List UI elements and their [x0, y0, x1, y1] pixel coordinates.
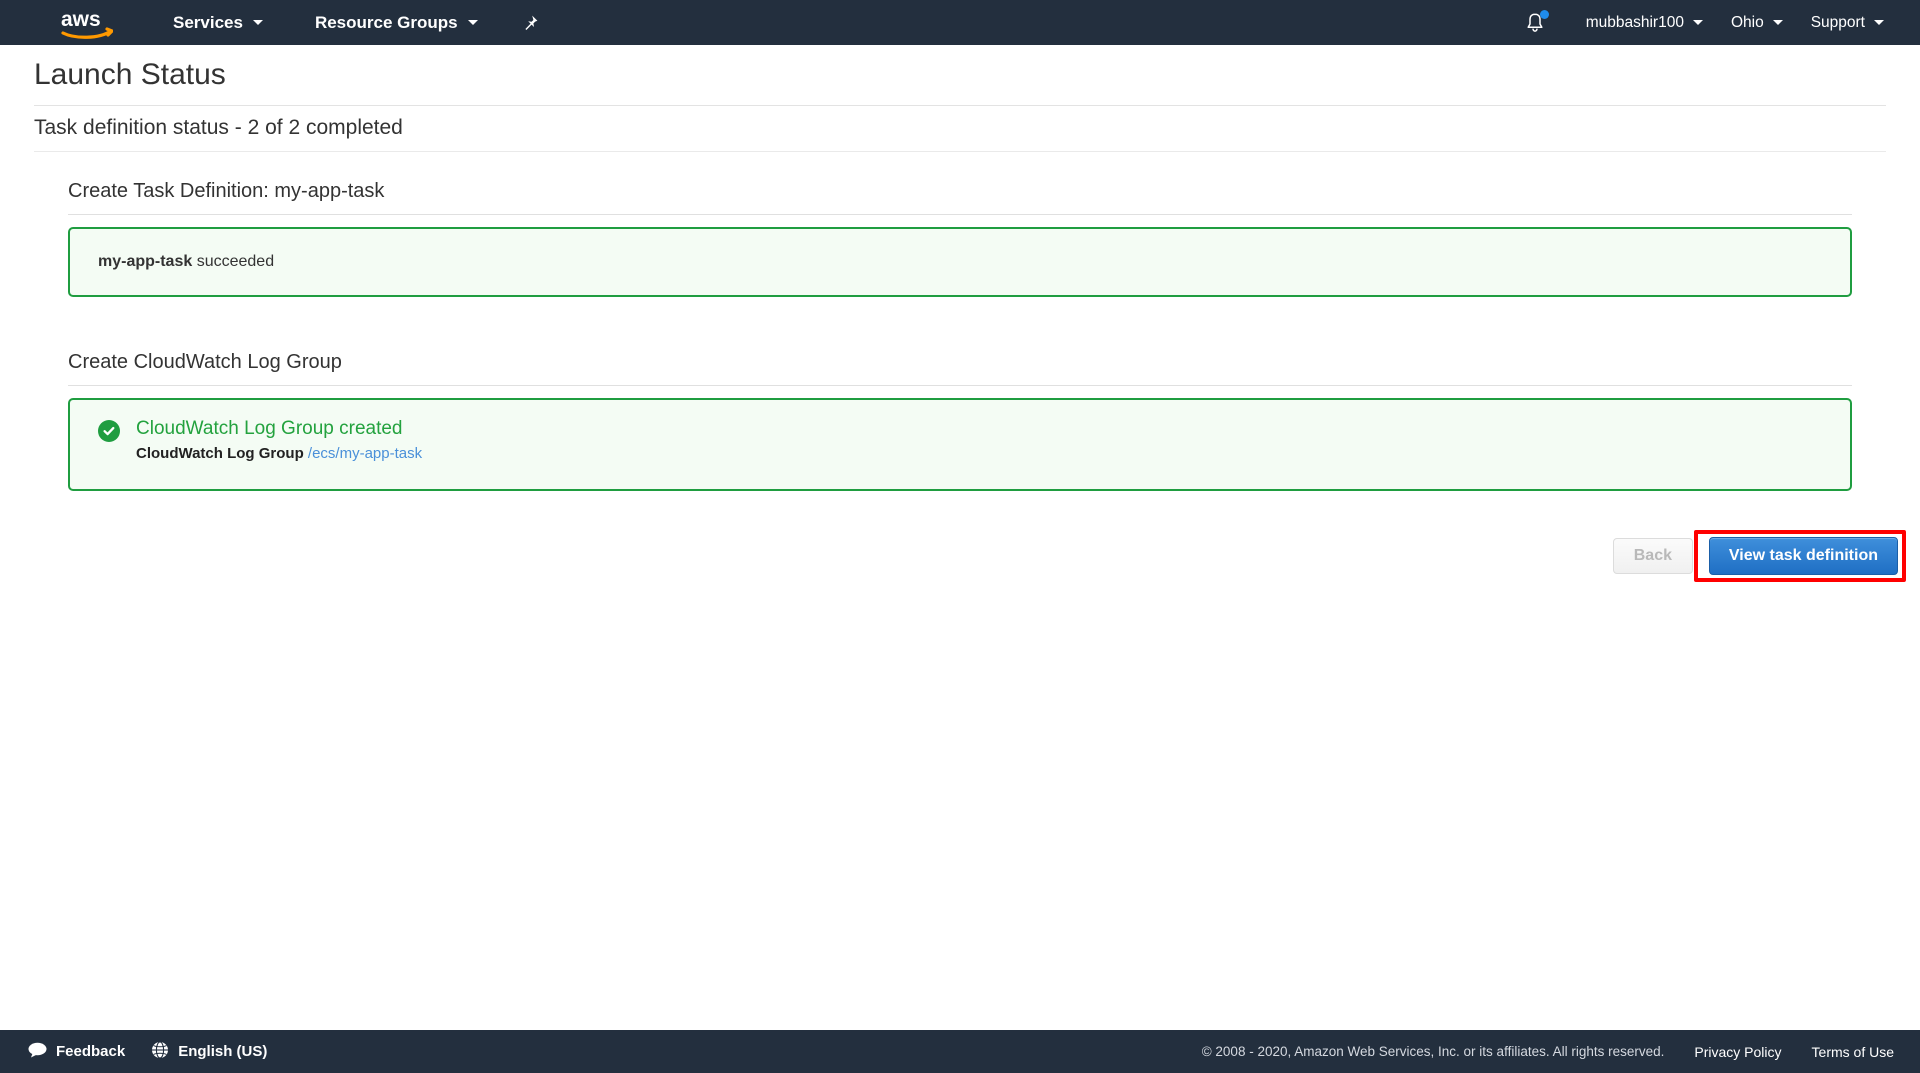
status-result-text: succeeded: [192, 253, 275, 270]
terms-of-use-link[interactable]: Terms of Use: [1812, 1044, 1894, 1060]
action-button-row: Back View task definition: [0, 530, 1920, 590]
nav-right-group: mubbashir100 Ohio Support: [1520, 0, 1920, 45]
privacy-policy-link[interactable]: Privacy Policy: [1694, 1044, 1781, 1060]
footer-left-group: Feedback English (US): [28, 1040, 268, 1063]
main-content: Create Task Definition: my-app-task my-a…: [0, 180, 1920, 491]
copyright-text: © 2008 - 2020, Amazon Web Services, Inc.…: [1201, 1044, 1665, 1059]
nav-support-label: Support: [1810, 14, 1865, 31]
nav-services-label: Services: [173, 13, 243, 32]
globe-icon: [151, 1040, 169, 1063]
speech-bubble-icon: [28, 1042, 47, 1062]
section-create-cloudwatch-log-group: Create CloudWatch Log Group CloudWatch L…: [0, 351, 1920, 491]
page-footer: Feedback English (US) © 2008 - 2020, Ama…: [0, 1030, 1920, 1073]
status-message: my-app-task succeeded: [98, 253, 274, 271]
status-row: CloudWatch Log Group created CloudWatch …: [98, 418, 1850, 462]
status-detail: CloudWatch Log Group /ecs/my-app-task: [136, 445, 422, 462]
nav-account-menu[interactable]: mubbashir100: [1572, 0, 1717, 45]
nav-support-menu[interactable]: Support: [1797, 0, 1898, 45]
chevron-down-icon: [252, 20, 263, 25]
nav-account-label: mubbashir100: [1585, 14, 1684, 31]
language-label: English (US): [178, 1043, 268, 1060]
status-detail-label: CloudWatch Log Group: [136, 445, 304, 462]
pushpin-icon[interactable]: [516, 9, 544, 37]
notification-badge-dot: [1539, 9, 1549, 19]
notifications-bell-icon[interactable]: [1520, 8, 1550, 38]
check-circle-icon: [98, 420, 120, 442]
section-heading: Create CloudWatch Log Group: [68, 351, 1852, 386]
chevron-down-icon: [1692, 20, 1703, 25]
status-text-group: CloudWatch Log Group created CloudWatch …: [136, 418, 422, 462]
language-selector[interactable]: English (US): [151, 1040, 268, 1063]
aws-logo-icon[interactable]: aws: [61, 7, 114, 39]
nav-resource-groups-label: Resource Groups: [314, 13, 458, 32]
section-create-task-definition: Create Task Definition: my-app-task my-a…: [0, 180, 1920, 297]
chevron-down-icon: [467, 20, 478, 25]
page-header: Launch Status Task definition status - 2…: [0, 45, 1920, 152]
nav-left-group: aws Services Resource Groups: [0, 0, 544, 45]
back-button[interactable]: Back: [1612, 538, 1693, 574]
status-box-log-group: CloudWatch Log Group created CloudWatch …: [68, 398, 1852, 491]
page-subtitle: Task definition status - 2 of 2 complete…: [34, 106, 1886, 152]
chevron-down-icon: [1772, 20, 1783, 25]
chevron-down-icon: [1874, 20, 1884, 25]
section-heading: Create Task Definition: my-app-task: [68, 180, 1852, 215]
top-navigation-bar: aws Services Resource Groups mubbashir10…: [0, 0, 1920, 45]
footer-right-group: © 2008 - 2020, Amazon Web Services, Inc.…: [1202, 1044, 1894, 1060]
svg-text:aws: aws: [61, 8, 101, 31]
status-box-task-definition: my-app-task succeeded: [68, 227, 1852, 297]
log-group-link[interactable]: /ecs/my-app-task: [308, 445, 422, 462]
page-title: Launch Status: [34, 45, 1886, 106]
view-task-definition-button[interactable]: View task definition: [1708, 537, 1898, 575]
feedback-link[interactable]: Feedback: [28, 1042, 125, 1062]
nav-region-label: Ohio: [1730, 14, 1764, 31]
nav-resource-groups-menu[interactable]: Resource Groups: [307, 0, 486, 45]
nav-services-menu[interactable]: Services: [165, 0, 271, 45]
status-title: CloudWatch Log Group created: [136, 418, 403, 439]
nav-region-menu[interactable]: Ohio: [1717, 0, 1797, 45]
status-resource-name: my-app-task: [98, 253, 193, 270]
feedback-label: Feedback: [56, 1043, 126, 1060]
